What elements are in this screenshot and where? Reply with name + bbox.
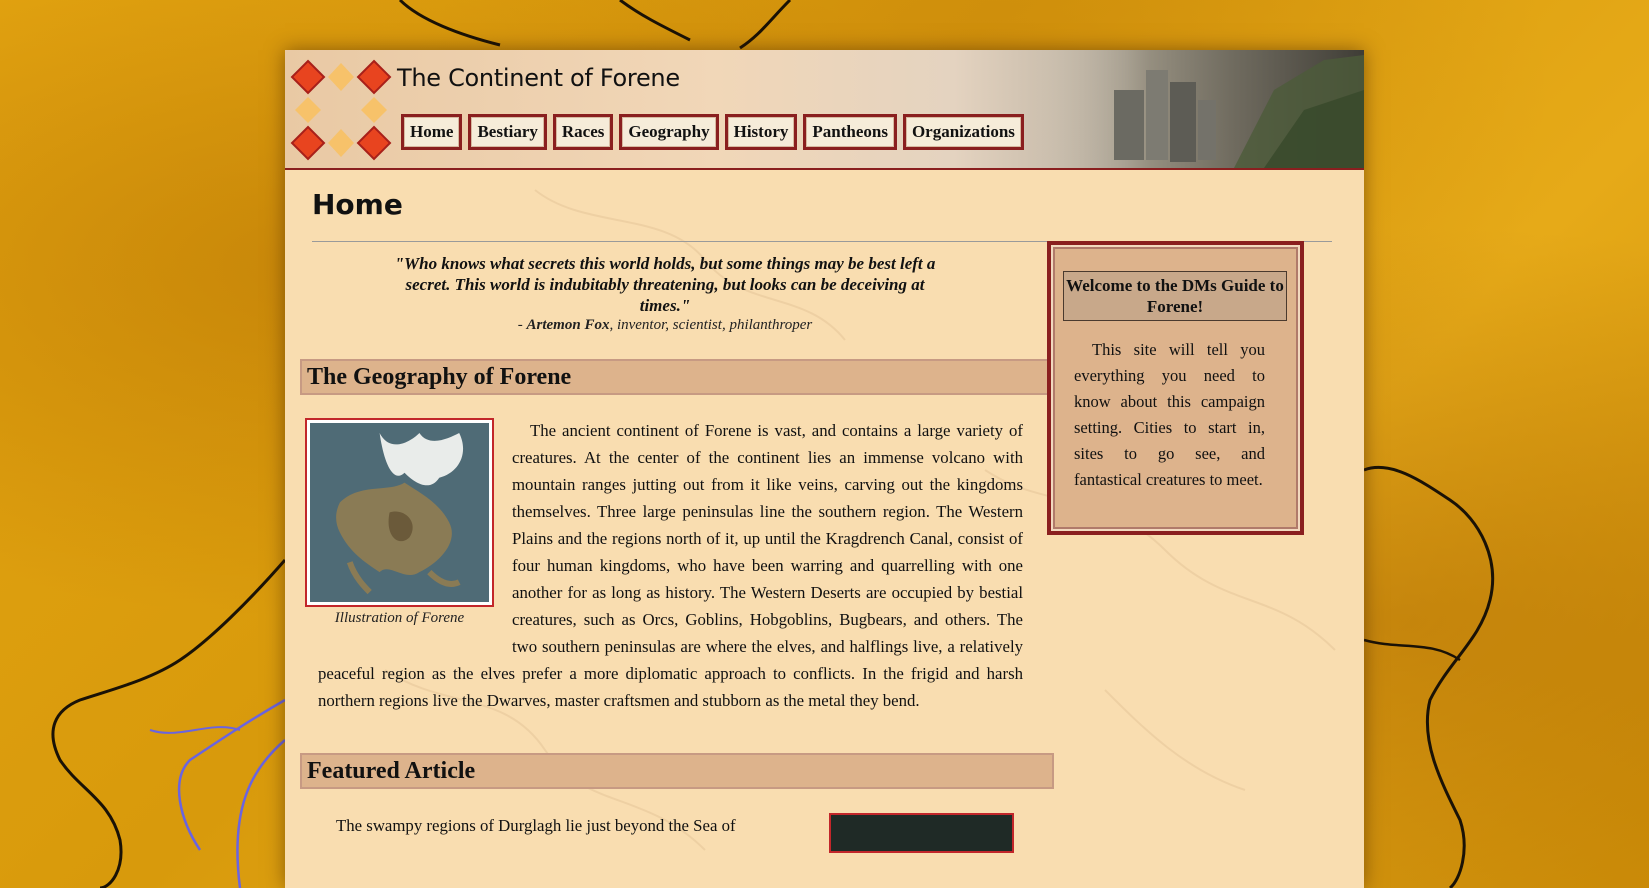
site-title[interactable]: The Continent of Forene bbox=[397, 64, 680, 92]
attribution-author: Artemon Fox bbox=[526, 317, 610, 333]
main-nav: Home Bestiary Races Geography History Pa… bbox=[401, 114, 1024, 150]
featured-paragraph: The swampy regions of Durglagh lie just … bbox=[336, 816, 736, 835]
float-spacer bbox=[318, 417, 512, 659]
sidebar-title: Welcome to the DMs Guide to Forene! bbox=[1063, 271, 1287, 321]
nav-organizations[interactable]: Organizations bbox=[902, 114, 1024, 150]
featured-article-image[interactable] bbox=[829, 813, 1014, 853]
nav-races[interactable]: Races bbox=[552, 114, 614, 150]
site-header: The Continent of Forene Home Bestiary Ra… bbox=[285, 50, 1364, 170]
welcome-sidebar: Welcome to the DMs Guide to Forene! This… bbox=[1047, 241, 1304, 535]
page-container: The Continent of Forene Home Bestiary Ra… bbox=[285, 50, 1364, 888]
geography-text: The ancient continent of Forene is vast,… bbox=[318, 417, 1023, 714]
nav-pantheons[interactable]: Pantheons bbox=[803, 114, 897, 150]
sidebar-text: This site will tell you everything you n… bbox=[1074, 340, 1265, 489]
attribution-prefix: - bbox=[517, 317, 527, 333]
featured-heading: Featured Article bbox=[300, 753, 1054, 789]
page-title: Home bbox=[312, 188, 403, 221]
attribution-desc: , inventor, scientist, philanthroper bbox=[609, 317, 813, 333]
nav-history[interactable]: History bbox=[724, 114, 798, 150]
diamond-logo-icon bbox=[290, 59, 392, 161]
epigraph-attribution: - Artemon Fox, inventor, scientist, phil… bbox=[380, 317, 950, 334]
nav-home[interactable]: Home bbox=[401, 114, 463, 150]
nav-geography[interactable]: Geography bbox=[619, 114, 719, 150]
castle-banner-image bbox=[1034, 50, 1364, 168]
nav-bestiary[interactable]: Bestiary bbox=[468, 114, 547, 150]
geography-heading: The Geography of Forene bbox=[300, 359, 1054, 395]
epigraph-quote: "Who knows what secrets this world holds… bbox=[394, 254, 936, 315]
